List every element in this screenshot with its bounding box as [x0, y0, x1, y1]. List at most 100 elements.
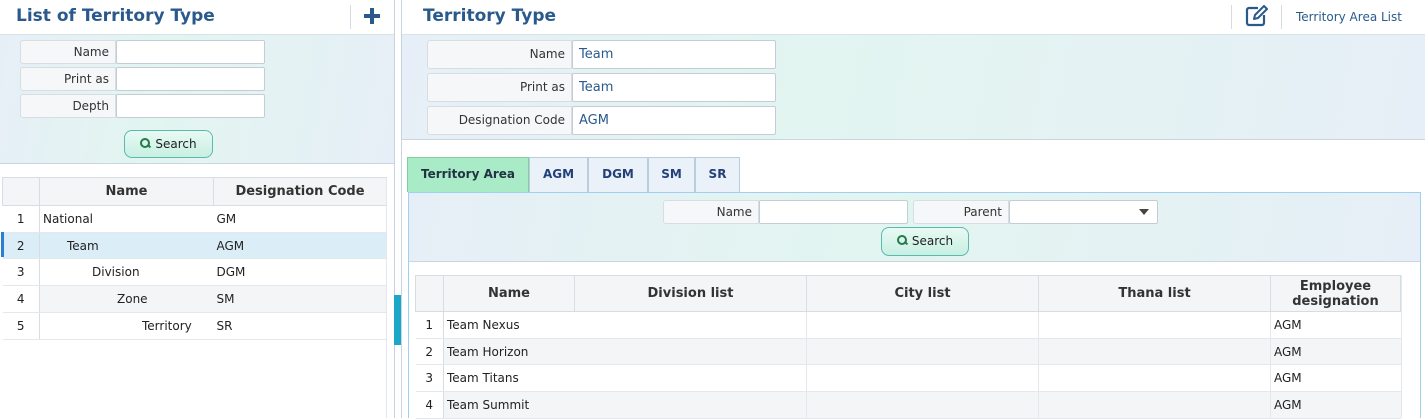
column-header-employee-designation[interactable]: Employee designation — [1270, 275, 1401, 312]
cell-name: Zone — [39, 285, 214, 313]
tab-territory-area[interactable]: Territory Area — [407, 157, 529, 192]
cell-employee-designation: AGM — [1270, 311, 1401, 339]
cell-division-list — [574, 311, 807, 339]
table-row[interactable]: 5 Territory SR — [2, 312, 387, 340]
detail-title: Territory Type — [423, 6, 557, 26]
edit-button[interactable] — [1245, 5, 1271, 29]
row-number: 1 — [415, 311, 444, 339]
column-header-designation-code[interactable]: Designation Code — [213, 177, 387, 206]
search-icon — [896, 235, 908, 246]
depth-input[interactable] — [116, 94, 265, 118]
cell-name: Territory — [39, 312, 214, 340]
search-button-label: Search — [155, 137, 197, 151]
table-row-selected[interactable]: 2 Team AGM — [2, 232, 387, 259]
search-icon — [140, 138, 151, 149]
cell-name: Team Titans — [443, 364, 575, 392]
cell-name: Division — [39, 258, 214, 286]
cell-designation-code: AGM — [213, 232, 387, 259]
territory-area-table: Name Division list City list Thana list … — [415, 275, 1401, 419]
area-name-input[interactable] — [759, 200, 908, 224]
detail-name-field[interactable]: Team — [572, 40, 776, 69]
area-name-label: Name — [663, 200, 759, 224]
cell-thana-list — [1038, 311, 1271, 339]
cell-city-list — [806, 311, 1039, 339]
left-panel-header: List of Territory Type — [0, 0, 394, 34]
right-panel-header: Territory Type Territory Area List — [402, 0, 1425, 34]
parent-select[interactable] — [1009, 200, 1158, 224]
cell-city-list — [806, 338, 1039, 365]
cell-name: Team Nexus — [443, 311, 575, 339]
row-number: 5 — [2, 312, 40, 340]
cell-name: National — [39, 205, 214, 233]
search-button[interactable]: Search — [124, 130, 213, 158]
column-header-name[interactable]: Name — [443, 275, 575, 312]
header-divider — [1281, 5, 1282, 29]
row-number: 4 — [415, 391, 444, 419]
left-filter-panel: Name Print as Depth Search — [0, 34, 394, 164]
area-table-scrollbar[interactable] — [1401, 275, 1417, 418]
name-label: Name — [20, 40, 116, 64]
row-number: 1 — [2, 205, 40, 233]
cell-division-list — [574, 364, 807, 392]
table-row[interactable]: 3 Team Titans AGM — [415, 364, 1401, 392]
row-number-header — [2, 177, 40, 206]
territory-area-list-link[interactable]: Territory Area List — [1296, 10, 1402, 24]
territory-area-tab-content: Name Parent Search Name Division list Ci… — [408, 192, 1421, 419]
header-divider — [1231, 5, 1232, 29]
row-number: 3 — [2, 258, 40, 286]
cell-designation-code: SM — [213, 285, 387, 313]
cell-designation-code: GM — [213, 205, 387, 233]
table-row[interactable]: 4 Team Summit AGM — [415, 391, 1401, 419]
depth-label: Depth — [20, 94, 116, 118]
detail-print-as-label: Print as — [427, 73, 572, 102]
name-input[interactable] — [116, 40, 265, 64]
column-header-thana-list[interactable]: Thana list — [1038, 275, 1271, 312]
panel-splitter-handle[interactable] — [394, 295, 401, 345]
column-header-city-list[interactable]: City list — [806, 275, 1039, 312]
tab-agm[interactable]: AGM — [529, 157, 588, 192]
selected-row-indicator — [1, 232, 4, 257]
area-search-button-label: Search — [911, 234, 954, 248]
tab-sm[interactable]: SM — [648, 157, 695, 192]
edit-icon — [1245, 5, 1268, 27]
territory-type-list-panel: List of Territory Type Name Print as Dep… — [0, 0, 395, 418]
parent-label: Parent — [913, 200, 1009, 224]
territory-type-details: Name Team Print as Team Designation Code… — [402, 34, 1425, 140]
area-search-button[interactable]: Search — [881, 227, 969, 256]
cell-thana-list — [1038, 364, 1271, 392]
detail-print-as-field[interactable]: Team — [572, 73, 776, 102]
header-divider — [350, 5, 351, 29]
cell-name: Team Summit — [443, 391, 575, 419]
cell-division-list — [574, 391, 807, 419]
cell-name: Team — [39, 232, 214, 259]
print-as-input[interactable] — [116, 67, 265, 91]
row-number: 4 — [2, 285, 40, 313]
cell-thana-list — [1038, 391, 1271, 419]
tab-dgm[interactable]: DGM — [588, 157, 648, 192]
table-row[interactable]: 1 Team Nexus AGM — [415, 311, 1401, 339]
add-territory-type-button[interactable] — [362, 5, 384, 27]
cell-employee-designation: AGM — [1270, 338, 1401, 365]
table-row[interactable]: 4 Zone SM — [2, 285, 387, 313]
column-header-division-list[interactable]: Division list — [574, 275, 807, 312]
detail-designation-code-label: Designation Code — [427, 106, 572, 135]
chevron-down-icon — [1139, 209, 1149, 215]
territory-type-table: Name Designation Code 1 National GM 2 Te… — [2, 177, 387, 340]
cell-division-list — [574, 338, 807, 365]
cell-thana-list — [1038, 338, 1271, 365]
row-number: 3 — [415, 364, 444, 392]
cell-designation-code: DGM — [213, 258, 387, 286]
table-row[interactable]: 1 National GM — [2, 205, 387, 233]
left-table-scrollbar[interactable] — [386, 178, 394, 418]
tab-sr[interactable]: SR — [695, 157, 740, 192]
row-number: 2 — [415, 338, 444, 365]
row-number-header — [415, 275, 444, 312]
table-row[interactable]: 2 Team Horizon AGM — [415, 338, 1401, 365]
cell-employee-designation: AGM — [1270, 391, 1401, 419]
detail-designation-code-field[interactable]: AGM — [572, 106, 776, 135]
territory-type-detail-panel: Territory Type Territory Area List Name … — [401, 0, 1425, 419]
cell-name: Team Horizon — [443, 338, 575, 365]
column-header-name[interactable]: Name — [39, 177, 214, 206]
cell-designation-code: SR — [213, 312, 387, 340]
table-row[interactable]: 3 Division DGM — [2, 258, 387, 286]
